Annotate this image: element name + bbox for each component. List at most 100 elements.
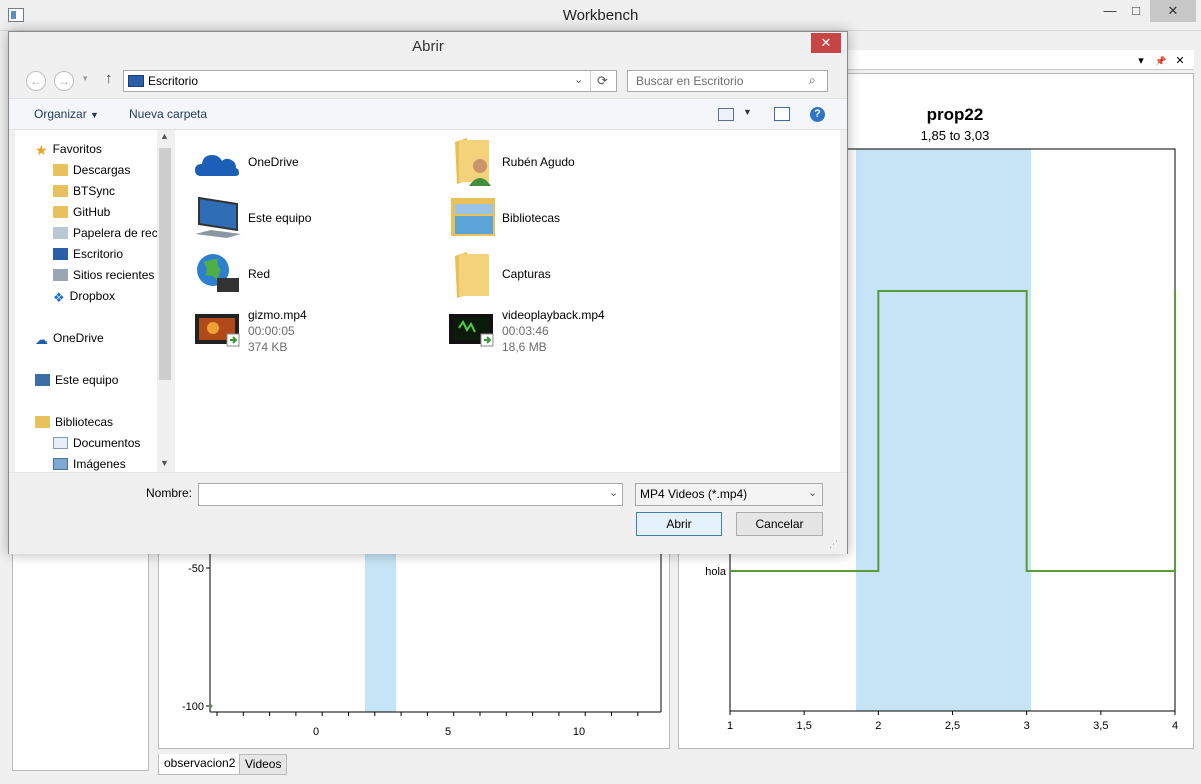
resize-grip-icon[interactable]: ⋰ [829, 539, 838, 550]
star-icon: ★ [35, 142, 48, 158]
pin-icon[interactable]: 📌 [1154, 54, 1168, 68]
help-icon[interactable]: ? [810, 107, 825, 122]
panel-menu-icon[interactable]: ▾ [1134, 54, 1148, 68]
search-input[interactable]: Buscar en Escritorio ⌕ [627, 70, 828, 92]
file-item-gizmo[interactable]: gizmo.mp4 00:00:05 374 KB [193, 308, 413, 358]
nav-item-escritorio[interactable]: Escritorio [53, 244, 123, 264]
file-duration: 00:03:46 [502, 324, 549, 338]
organize-button[interactable]: Organizar ▼ [34, 99, 99, 130]
refresh-icon[interactable]: ⟳ [597, 73, 608, 89]
nav-this-pc[interactable]: Este equipo [35, 370, 118, 390]
dialog-close-button[interactable]: ✕ [811, 33, 841, 53]
nav-label: Sitios recientes [73, 268, 155, 282]
tab-observacion2[interactable]: observacion2 [158, 754, 242, 775]
organize-label: Organizar [34, 107, 87, 121]
file-name-input[interactable]: ⌄ [198, 483, 623, 506]
folder-icon [53, 185, 68, 197]
libraries-folder-icon [451, 198, 495, 236]
file-name: Rubén Agudo [502, 155, 575, 169]
folder-icon [53, 206, 68, 218]
chart-subtitle: 1,85 to 3,03 [921, 128, 990, 143]
file-item-onedrive[interactable]: OneDrive [193, 144, 413, 190]
scroll-down-icon[interactable]: ▼ [160, 458, 169, 468]
x-tick-label: 5 [445, 726, 451, 738]
pictures-icon [53, 458, 68, 470]
network-globe-icon [197, 254, 239, 292]
view-dropdown-icon[interactable]: ▼ [743, 107, 752, 117]
video-thumbnail-icon [195, 314, 240, 347]
y-tick-label: -50 [188, 563, 204, 575]
recycle-bin-icon [53, 227, 68, 239]
file-item-user-folder[interactable]: Rubén Agudo [447, 136, 667, 188]
navigation-pane: ★ Favoritos Descargas BTSync GitHub Papel… [15, 130, 173, 472]
file-name: Bibliotecas [502, 211, 561, 225]
x-tick-label: 3 [1024, 720, 1030, 732]
new-folder-button[interactable]: Nueva carpeta [129, 99, 207, 130]
highlight-range [856, 149, 1032, 711]
file-item-capturas[interactable]: Capturas [447, 250, 667, 302]
nav-label: Este equipo [55, 373, 119, 387]
file-type-value: MP4 Videos (*.mp4) [640, 487, 748, 501]
onedrive-cloud-icon [195, 155, 239, 176]
window-title: Workbench [562, 7, 639, 24]
up-arrow-icon[interactable]: ↑ [105, 70, 113, 87]
nav-label: BTSync [73, 184, 116, 198]
desktop-icon [128, 75, 144, 87]
nav-item-dropbox[interactable]: ❖ Dropbox [53, 286, 115, 306]
organize-dropdown-icon: ▼ [90, 110, 99, 120]
nav-item-github[interactable]: GitHub [53, 202, 110, 222]
file-item-this-pc[interactable]: Este equipo [193, 194, 413, 242]
nav-label: Papelera de reciclaje [73, 226, 167, 240]
view-options-icon[interactable] [718, 108, 734, 121]
nav-item-papelera[interactable]: Papelera de reciclaje [53, 223, 167, 243]
tab-videos[interactable]: Videos [239, 754, 288, 775]
cloud-icon: ☁ [35, 332, 48, 347]
back-arrow-icon[interactable]: ← [26, 71, 46, 91]
documents-icon [53, 437, 68, 449]
file-type-select[interactable]: MP4 Videos (*.mp4) ⌄ [635, 483, 823, 506]
nav-item-descargas[interactable]: Descargas [53, 160, 130, 180]
open-button[interactable]: Abrir [636, 512, 722, 536]
address-bar[interactable]: Escritorio ⌄ ⟳ [123, 70, 617, 92]
file-item-videoplayback[interactable]: videoplayback.mp4 00:03:46 18,6 MB [447, 308, 667, 358]
nav-item-documentos[interactable]: Documentos [53, 433, 140, 453]
history-chevron-icon[interactable]: ▾ [83, 73, 88, 84]
y-tick-label: -100 [182, 701, 204, 713]
scrollbar-thumb[interactable] [159, 148, 171, 380]
preview-pane-icon[interactable] [774, 107, 790, 121]
nav-label: Imágenes [73, 457, 126, 471]
x-tick-label: 3,5 [1093, 720, 1108, 732]
file-item-libraries[interactable]: Bibliotecas [447, 194, 667, 242]
nav-favorites[interactable]: ★ Favoritos [35, 139, 102, 159]
nav-item-sitios-recientes[interactable]: Sitios recientes [53, 265, 154, 285]
file-name-dropdown-icon[interactable]: ⌄ [609, 486, 618, 499]
file-item-network[interactable]: Red [193, 250, 413, 298]
file-name: videoplayback.mp4 [502, 308, 605, 322]
close-window-button[interactable]: ✕ [1150, 0, 1196, 22]
nav-item-imagenes[interactable]: Imágenes [53, 454, 126, 474]
nav-label: Bibliotecas [55, 415, 114, 429]
folder-icon [455, 252, 489, 298]
maximize-button[interactable]: □ [1123, 0, 1149, 22]
panel-close-icon[interactable]: ✕ [1173, 54, 1187, 68]
nav-label: Escritorio [73, 247, 124, 261]
file-size: 18,6 MB [502, 340, 547, 354]
scroll-up-icon[interactable]: ▲ [160, 131, 169, 141]
computer-icon [35, 374, 50, 386]
nav-onedrive[interactable]: ☁ OneDrive [35, 328, 104, 348]
cancel-button[interactable]: Cancelar [736, 512, 823, 536]
file-list: OneDrive Rubén Agudo Este equipo Bibliot… [175, 130, 840, 472]
forward-arrow-icon[interactable]: → [54, 71, 74, 91]
file-duration: 00:00:05 [248, 324, 295, 338]
minimize-button[interactable]: — [1097, 0, 1123, 22]
nav-item-btsync[interactable]: BTSync [53, 181, 115, 201]
side-list-panel [12, 540, 149, 771]
address-dropdown-icon[interactable]: ⌄ [574, 73, 583, 86]
search-icon[interactable]: ⌕ [809, 73, 816, 88]
x-tick-label: 1 [727, 720, 733, 732]
search-placeholder: Buscar en Escritorio [636, 74, 744, 88]
nav-libraries[interactable]: Bibliotecas [35, 412, 113, 432]
nav-label: Documentos [73, 436, 141, 450]
x-tick-label: 2,5 [945, 720, 960, 732]
open-file-dialog: Abrir ✕ ← → ▾ ↑ Escritorio ⌄ ⟳ Buscar en… [8, 31, 848, 554]
